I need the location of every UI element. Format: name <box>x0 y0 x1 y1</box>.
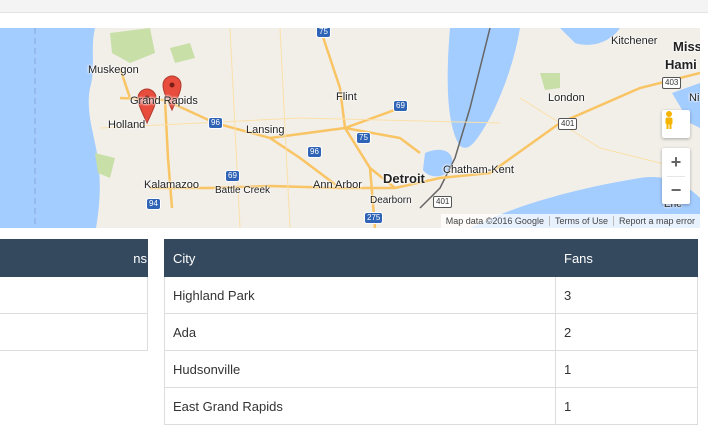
fans-cell: 1 <box>555 350 698 388</box>
column-header-fans[interactable]: Fans <box>555 239 698 277</box>
table-header-row: ns <box>0 239 148 277</box>
highway-shield: 75 <box>316 28 331 38</box>
map-label-kalamazoo: Kalamazoo <box>144 179 200 191</box>
map-label-holland: Holland <box>108 119 146 131</box>
table-row: Highland Park 3 <box>164 276 698 314</box>
fans-cell: 1 <box>555 387 698 425</box>
terms-of-use-link[interactable]: Terms of Use <box>548 216 613 226</box>
table-row: East Grand Rapids 1 <box>164 387 698 425</box>
map-canvas <box>0 28 700 228</box>
map-label-flint: Flint <box>336 91 357 103</box>
map-attribution: Map data ©2016 Google Terms of Use Repor… <box>440 214 700 228</box>
map-label-mississauga: Miss <box>673 39 700 54</box>
table-cell <box>0 276 148 314</box>
map-label-kitchener: Kitchener <box>611 35 658 47</box>
map-label-chatham-kent: Chatham-Kent <box>443 164 514 176</box>
map-label-london: London <box>548 92 585 104</box>
map-data-credit: Map data ©2016 Google <box>445 216 544 226</box>
city-cell: Highland Park <box>164 276 556 314</box>
table-row: Ada 2 <box>164 313 698 351</box>
map-label-hamilton: Hami <box>665 57 697 72</box>
column-header[interactable]: ns <box>0 239 148 277</box>
highway-shield: 69 <box>393 100 408 112</box>
city-cell: Hudsonville <box>164 350 556 388</box>
zoom-in-button[interactable]: + <box>662 149 690 176</box>
map-label-muskegon: Muskegon <box>88 64 139 76</box>
highway-shield: 96 <box>307 146 322 158</box>
highway-shield: 401 <box>433 196 453 208</box>
table-row: Hudsonville 1 <box>164 350 698 388</box>
highway-shield: 75 <box>356 132 371 144</box>
table-row <box>0 276 148 314</box>
map-label-dearborn: Dearborn <box>370 195 412 206</box>
highway-shield: 401 <box>558 118 578 130</box>
left-table: ns <box>0 239 148 351</box>
map-label-niagara: Ni <box>689 92 700 104</box>
street-view-pegman-icon[interactable] <box>662 110 690 138</box>
map-view[interactable]: Muskegon Grand Rapids Holland Lansing Fl… <box>0 28 700 228</box>
map-label-grand-rapids: Grand Rapids <box>130 95 198 107</box>
map-label-lansing: Lansing <box>246 124 285 136</box>
report-map-error-link[interactable]: Report a map error <box>612 216 700 226</box>
zoom-control: + − <box>662 148 690 204</box>
table-row <box>0 313 148 351</box>
highway-shield: 403 <box>662 77 682 89</box>
map-label-battle-creek: Battle Creek <box>215 185 271 196</box>
city-cell: East Grand Rapids <box>164 387 556 425</box>
highway-shield: 69 <box>225 170 240 182</box>
map-label-ann-arbor: Ann Arbor <box>313 179 362 191</box>
highway-shield: 96 <box>208 117 223 129</box>
zoom-out-button[interactable]: − <box>662 177 690 204</box>
highway-shield: 275 <box>364 212 384 224</box>
fans-by-city-table: City Fans Highland Park 3 Ada 2 Hudsonvi… <box>164 239 698 425</box>
column-header-city[interactable]: City <box>164 239 556 277</box>
map-label-detroit: Detroit <box>383 171 425 186</box>
top-panel-strip <box>0 0 708 13</box>
table-header-row: City Fans <box>164 239 698 277</box>
fans-cell: 2 <box>555 313 698 351</box>
fans-cell: 3 <box>555 276 698 314</box>
highway-shield: 94 <box>146 198 161 210</box>
city-cell: Ada <box>164 313 556 351</box>
table-cell <box>0 313 148 351</box>
